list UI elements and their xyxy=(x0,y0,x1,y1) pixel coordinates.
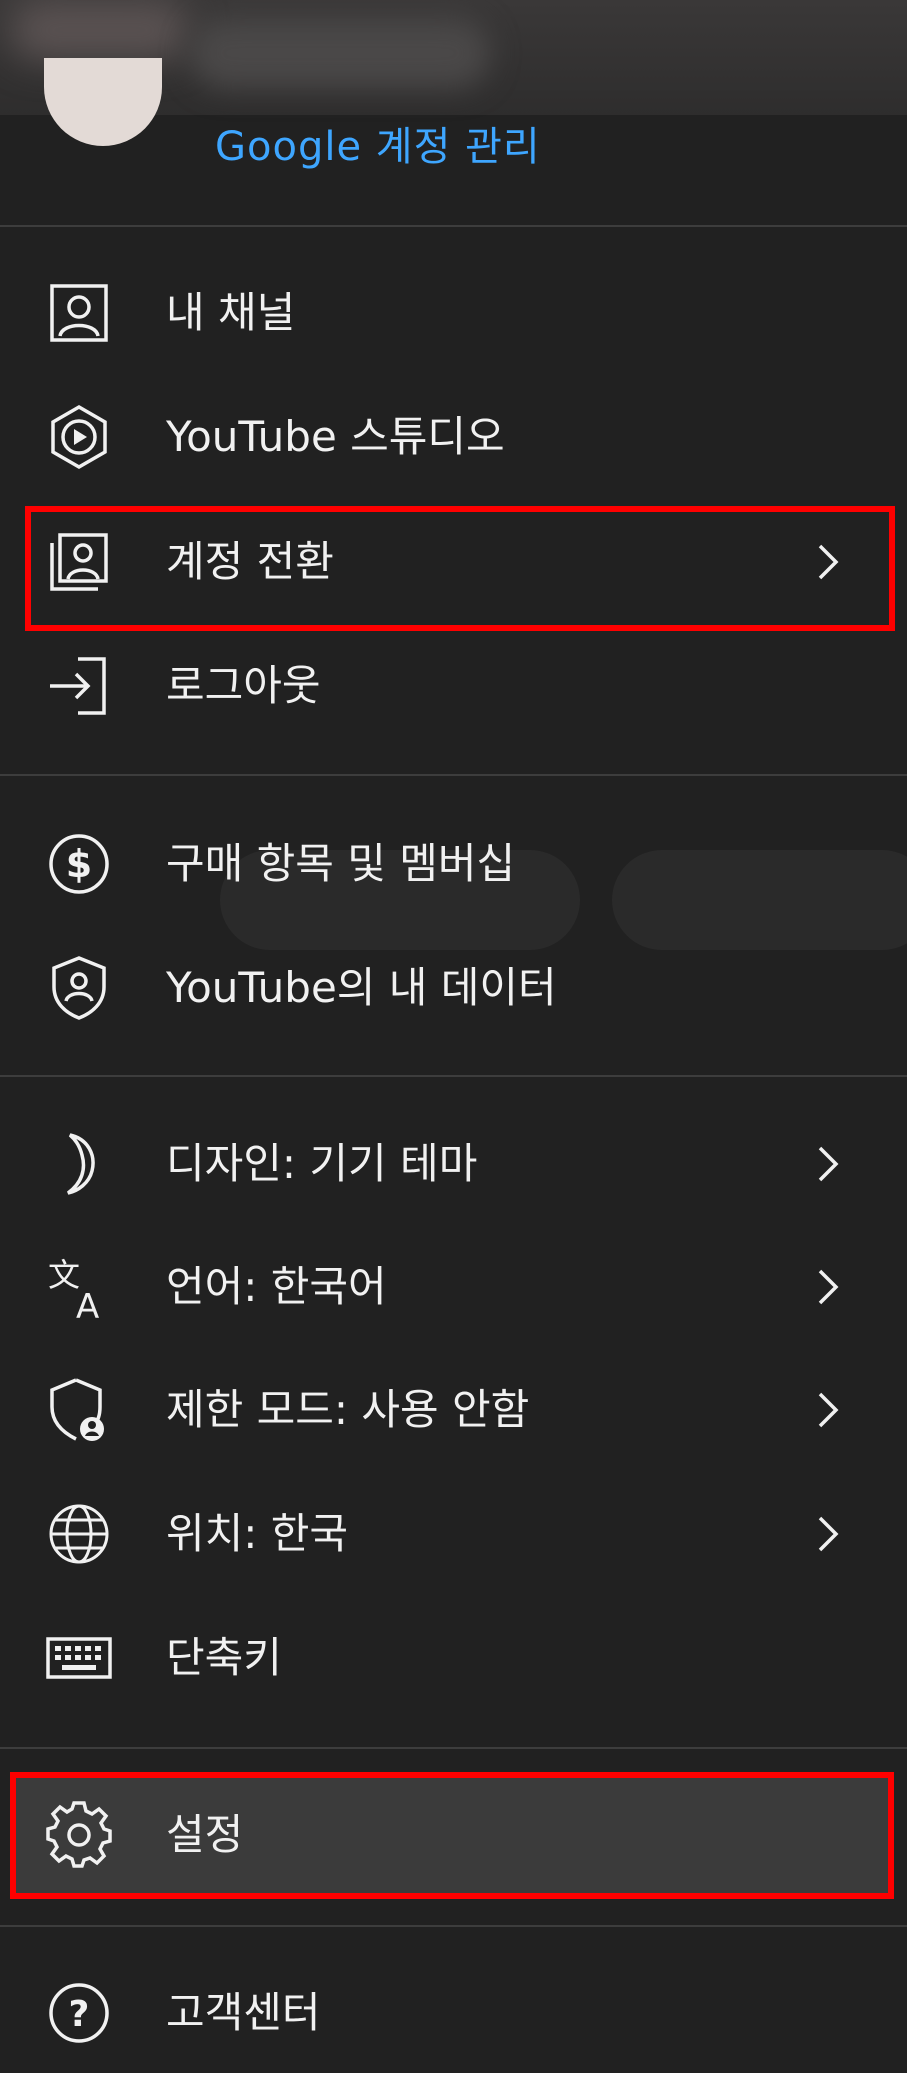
gear-icon xyxy=(44,1800,114,1870)
restricted-shield-icon xyxy=(44,1375,114,1445)
studio-icon xyxy=(44,402,114,472)
divider xyxy=(0,774,907,776)
menu-label: 로그아웃 xyxy=(166,661,321,710)
divider xyxy=(0,225,907,227)
divider xyxy=(0,1747,907,1749)
avatar[interactable] xyxy=(44,58,162,146)
menu-item-studio[interactable]: YouTube 스튜디오 xyxy=(0,377,907,497)
menu-label: 내 채널 xyxy=(166,288,296,337)
chevron-right-icon xyxy=(808,1263,848,1311)
menu-item-help[interactable]: ? 고객센터 xyxy=(0,1953,907,2073)
menu-item-restricted-mode[interactable]: 제한 모드: 사용 안함 xyxy=(0,1350,907,1470)
switch-account-icon xyxy=(44,527,114,597)
menu-label: 구매 항목 및 멤버십 xyxy=(166,839,516,888)
translate-icon: 文 A xyxy=(44,1252,114,1322)
svg-text:?: ? xyxy=(69,1994,90,2035)
menu-label: 계정 전환 xyxy=(166,537,334,586)
dollar-circle-icon: $ xyxy=(44,829,114,899)
svg-text:A: A xyxy=(76,1287,99,1322)
menu-label: 설정 xyxy=(166,1810,244,1859)
menu-label: YouTube 스튜디오 xyxy=(166,412,505,461)
sign-out-icon xyxy=(44,651,114,721)
menu-label: 고객센터 xyxy=(166,1988,321,2037)
chevron-right-icon xyxy=(808,1510,848,1558)
menu-item-keyboard-shortcuts[interactable]: 단축키 xyxy=(0,1598,907,1718)
globe-icon xyxy=(44,1499,114,1569)
menu-item-sign-out[interactable]: 로그아웃 xyxy=(0,626,907,746)
menu-item-switch-account[interactable]: 계정 전환 xyxy=(0,502,907,622)
menu-item-your-data[interactable]: YouTube의 내 데이터 xyxy=(0,928,907,1048)
chevron-right-icon xyxy=(808,538,848,586)
chevron-right-icon xyxy=(808,1140,848,1188)
menu-item-settings[interactable]: 설정 xyxy=(14,1775,894,1895)
help-icon: ? xyxy=(44,1978,114,2048)
menu-label: 제한 모드: 사용 안함 xyxy=(166,1385,530,1434)
account-box-icon xyxy=(44,278,114,348)
menu-item-language[interactable]: 文 A 언어: 한국어 xyxy=(0,1227,907,1347)
keyboard-icon xyxy=(44,1623,114,1693)
manage-google-account-link[interactable]: Google 계정 관리 xyxy=(215,114,541,172)
menu-label: 디자인: 기기 테마 xyxy=(166,1139,478,1188)
moon-icon xyxy=(44,1129,114,1199)
menu-label: 언어: 한국어 xyxy=(166,1262,387,1311)
divider xyxy=(0,1925,907,1927)
menu-item-purchases[interactable]: $ 구매 항목 및 멤버십 xyxy=(0,804,907,924)
svg-text:$: $ xyxy=(66,842,92,886)
chevron-right-icon xyxy=(808,1386,848,1434)
menu-item-location[interactable]: 위치: 한국 xyxy=(0,1474,907,1594)
menu-label: YouTube의 내 데이터 xyxy=(166,963,557,1012)
menu-label: 위치: 한국 xyxy=(166,1509,349,1558)
divider xyxy=(0,1075,907,1077)
shield-user-icon xyxy=(44,953,114,1023)
menu-label: 단축키 xyxy=(166,1633,282,1682)
menu-item-my-channel[interactable]: 내 채널 xyxy=(0,253,907,373)
menu-item-appearance[interactable]: 디자인: 기기 테마 xyxy=(0,1104,907,1224)
